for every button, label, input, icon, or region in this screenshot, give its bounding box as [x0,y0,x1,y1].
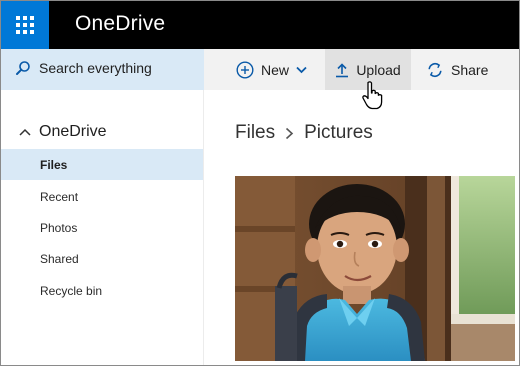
top-header: OneDrive [1,1,519,49]
breadcrumb-pictures: Pictures [304,122,373,143]
add-circle-icon [236,60,254,79]
chevron-down-icon [296,66,307,74]
upload-label: Upload [356,61,401,78]
sidebar-item-label: Photos [40,220,78,235]
chevron-up-icon [19,128,31,136]
onedrive-window: OneDrive Search everything New Upload Sh… [0,0,520,366]
left-navigation: OneDrive Files Recent Photos Shared Recy… [1,90,204,365]
sidebar-item-label: Recent [40,189,79,204]
breadcrumb: Files Pictures [235,122,373,144]
share-label: Share [451,61,489,78]
sidebar-item-recent[interactable]: Recent [1,181,203,212]
sidebar-item-label: Files [40,157,68,172]
app-title[interactable]: OneDrive [75,12,165,36]
upload-icon [335,62,349,78]
chevron-right-icon [285,127,294,140]
sidebar-item-label: Recycle bin [40,283,103,298]
share-icon [426,61,444,79]
photo-image [235,176,515,361]
sidebar-item-recycle-bin[interactable]: Recycle bin [1,275,203,306]
new-label: New [261,61,290,78]
nav-root-onedrive[interactable]: OneDrive [19,123,107,141]
search-label: Search everything [39,60,152,76]
sidebar-item-shared[interactable]: Shared [1,243,203,274]
app-launcher-button[interactable] [1,1,49,49]
search-icon [16,61,30,75]
hand-pointer-icon [361,80,385,115]
search-area: Search everything [1,49,204,90]
new-button[interactable]: New [236,49,307,90]
share-button[interactable]: Share [426,49,488,90]
breadcrumb-files[interactable]: Files [235,122,275,144]
waffle-icon [16,16,34,34]
sidebar-item-photos[interactable]: Photos [1,212,203,243]
sidebar-item-files[interactable]: Files [1,149,203,180]
search-box[interactable]: Search everything [15,60,152,76]
nav-root-label: OneDrive [39,123,107,140]
sidebar-item-label: Shared [40,251,79,266]
photo-thumbnail[interactable] [235,176,515,361]
